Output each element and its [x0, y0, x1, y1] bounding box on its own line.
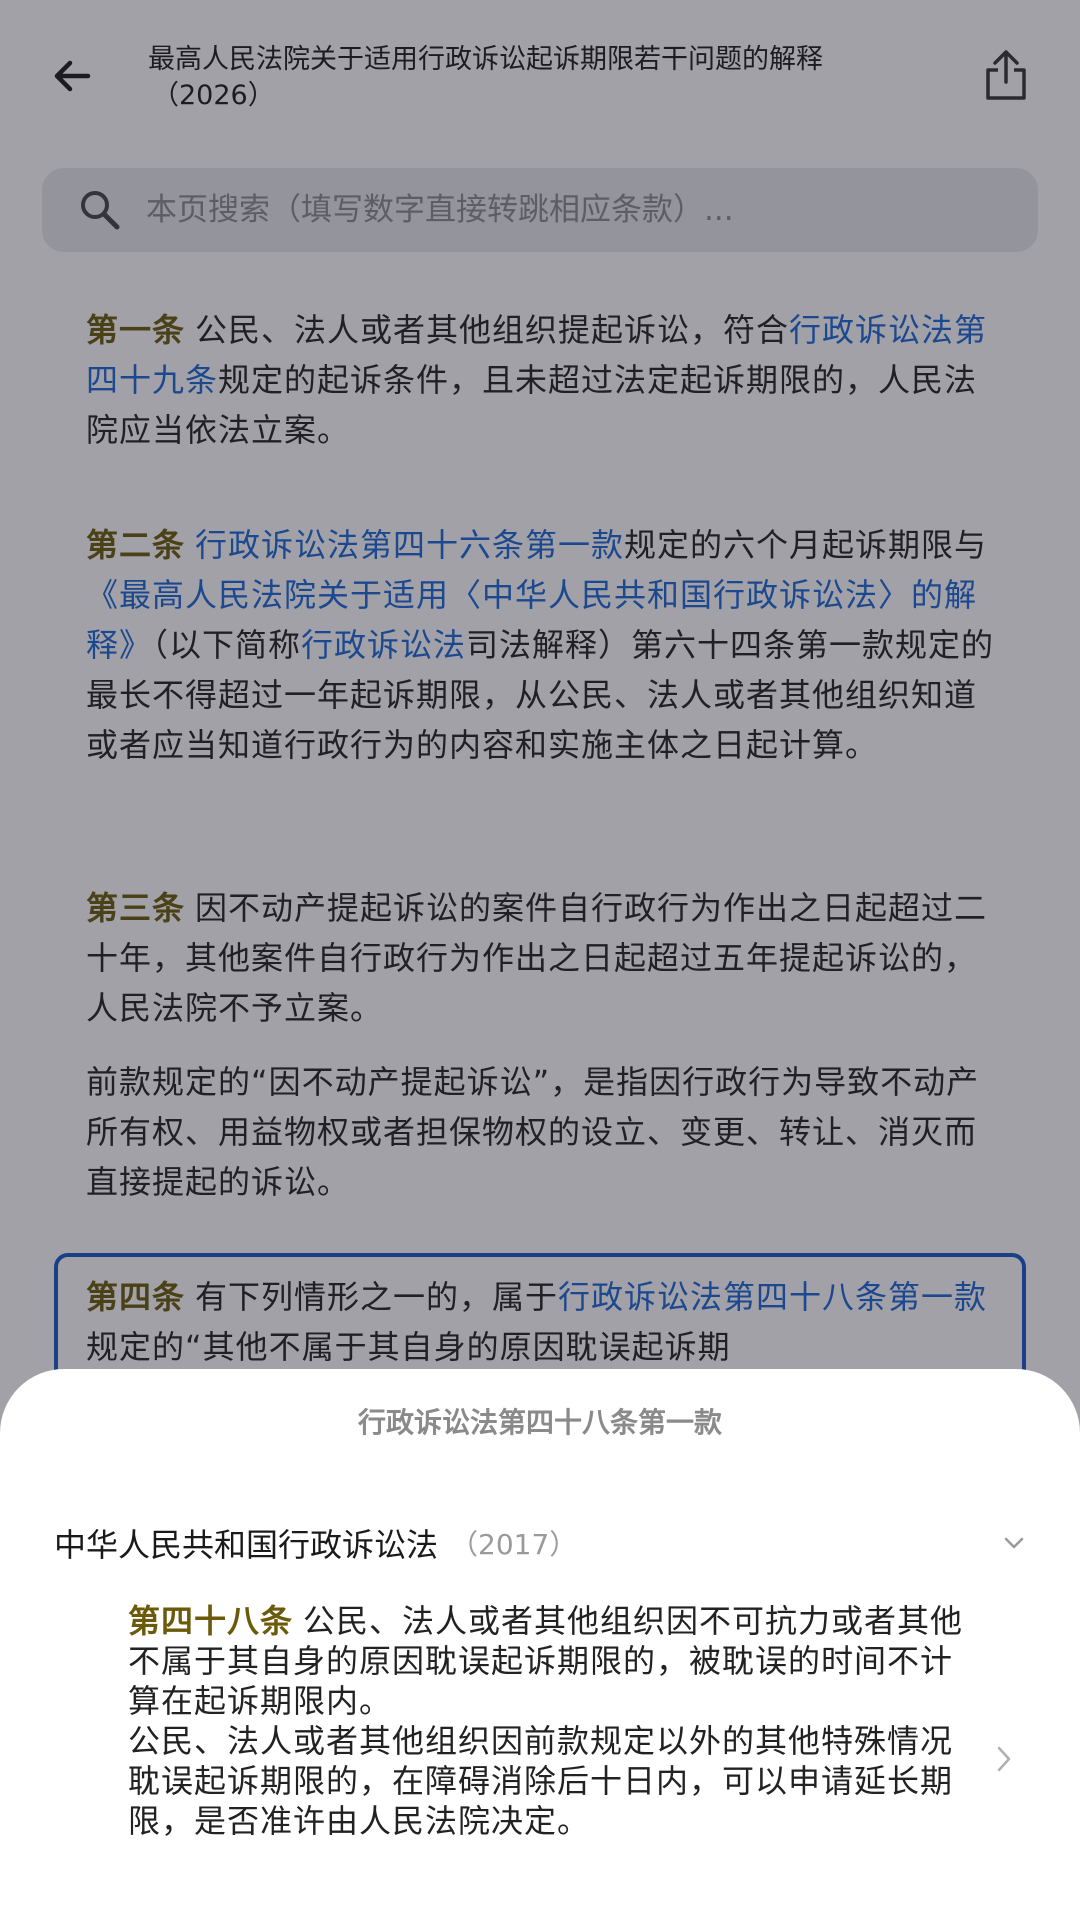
chevron-down-icon	[1004, 1537, 1024, 1549]
law-year: （2017）	[450, 1528, 578, 1561]
article-paragraph: 第四十八条 公民、法人或者其他组织因不可抗力或者其他不属于其自身的原因耽误起诉期限…	[128, 1601, 964, 1721]
expand-button[interactable]	[994, 1515, 1034, 1571]
open-article-button[interactable]	[984, 1729, 1024, 1789]
bottom-sheet: 行政诉讼法第四十八条第一款 中华人民共和国行政诉讼法 （2017） 第四十八条公…	[0, 1369, 1080, 1920]
article-paragraph: 公民、法人或者其他组织因前款规定以外的其他特殊情况耽误起诉期限的，在障碍消除后十…	[128, 1722, 954, 1840]
law-name: 中华人民共和国行政诉讼法	[54, 1526, 439, 1564]
chevron-right-icon	[997, 1746, 1011, 1772]
referenced-article[interactable]: 第四十八条 公民、法人或者其他组织因不可抗力或者其他不属于其自身的原因耽误起诉期限…	[128, 1601, 964, 1841]
sheet-title: 行政诉讼法第四十八条第一款	[357, 1406, 722, 1439]
law-header-row[interactable]: 中华人民共和国行政诉讼法 （2017）	[54, 1515, 1034, 1571]
article-title: 第四十八条	[128, 1602, 294, 1640]
